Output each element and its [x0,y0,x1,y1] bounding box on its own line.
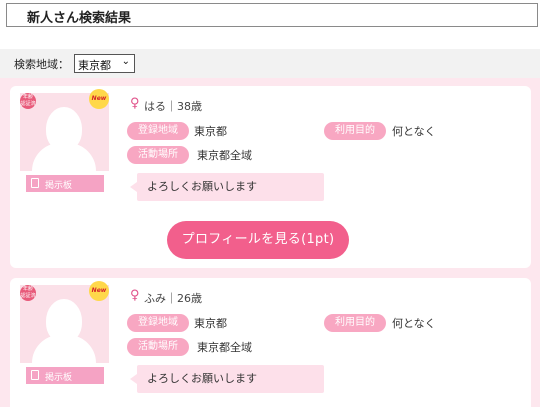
view-profile-button[interactable]: プロフィールを見る(1pt) [167,221,349,259]
page-title: 新人さん検索結果 [27,11,132,26]
age-verified-icon: 年齢 認証済 [20,93,36,109]
avatar-placeholder-body [32,335,96,363]
region-select-value: 東京都 [78,59,111,72]
document-icon [31,178,39,188]
message-bubble: よろしくお願いします [130,173,324,201]
area-value: 東京都全域 [197,341,252,354]
age-verified-icon: 年齢 認証済 [20,285,36,301]
area-value: 東京都全域 [197,149,252,162]
user-name-age: ふみ｜26歳 [144,292,202,305]
region-value: 東京都 [194,317,227,330]
message-bubble: よろしくお願いします [130,365,324,393]
purpose-value: 何となく [392,317,436,330]
document-icon [31,370,39,380]
region-label: 登録地域 [127,122,189,140]
user-name-age: はる｜38歳 [144,100,202,113]
purpose-label: 利用目的 [324,122,386,140]
region-label: 登録地域 [127,314,189,332]
board-button[interactable]: 掲示板 [26,367,104,384]
female-icon: ♀ [130,288,140,303]
avatar-placeholder-body [32,143,96,171]
purpose-label: 利用目的 [324,314,386,332]
region-filter-label: 検索地域： [14,58,69,71]
result-card: 年齢 認証済 New 掲示板 ♀ はる｜38歳 登録地域 東京都 利用目的 何と… [10,86,531,268]
area-label: 活動場所 [127,146,189,164]
new-badge-icon: New [89,281,109,301]
page-header: 新人さん検索結果 [6,3,538,27]
board-button[interactable]: 掲示板 [26,175,104,192]
search-filter-bar: 検索地域： 東京都 ⌄ [0,49,540,78]
board-button-label: 掲示板 [45,373,73,383]
region-value: 東京都 [194,125,227,138]
new-badge-icon: New [89,89,109,109]
result-card: 年齢 認証済 New 掲示板 ♀ ふみ｜26歳 登録地域 東京都 利用目的 何と… [10,278,531,407]
female-icon: ♀ [130,96,140,111]
area-label: 活動場所 [127,338,189,356]
region-select[interactable]: 東京都 ⌄ [74,54,135,73]
results-list: 年齢 認証済 New 掲示板 ♀ はる｜38歳 登録地域 東京都 利用目的 何と… [0,78,540,407]
chevron-down-icon: ⌄ [121,56,130,67]
purpose-value: 何となく [392,125,436,138]
board-button-label: 掲示板 [45,181,73,191]
